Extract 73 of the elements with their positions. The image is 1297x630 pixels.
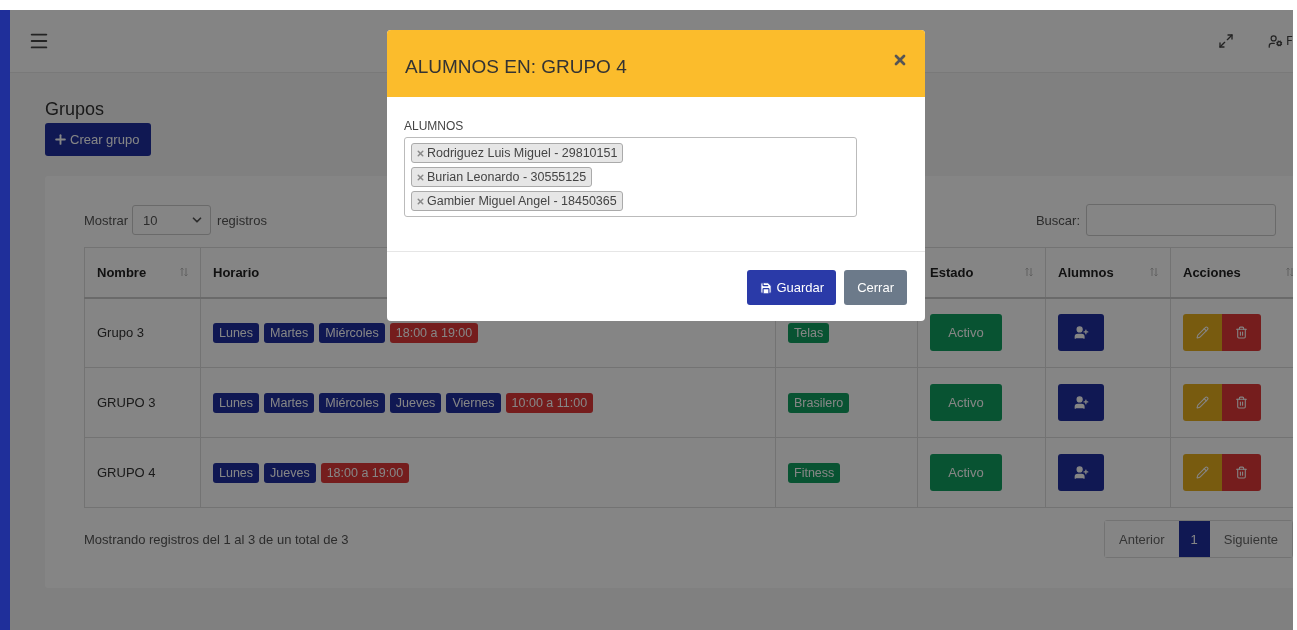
remove-icon[interactable] <box>416 172 425 182</box>
column-header[interactable]: Acciones <box>1170 247 1293 298</box>
remove-icon[interactable] <box>416 148 425 158</box>
search-field[interactable] <box>1086 204 1276 236</box>
pencil-icon <box>1196 326 1209 340</box>
add-student-button[interactable] <box>1058 454 1104 491</box>
pencil-icon <box>1196 396 1209 409</box>
fullscreen-icon[interactable] <box>1218 33 1235 49</box>
day-tag: Jueves <box>389 392 442 413</box>
group-name: GRUPO 3 <box>97 395 156 410</box>
day-tag: Miércoles <box>319 392 385 413</box>
add-student-button[interactable] <box>1058 314 1104 352</box>
trash-icon <box>1235 326 1248 340</box>
sort-icon <box>1150 267 1158 278</box>
day-tag: Lunes <box>213 462 260 483</box>
day-tag: Martes <box>264 392 315 413</box>
day-tag: Miércoles <box>319 322 385 343</box>
student-tag[interactable]: Burian Leonardo - 30555125 <box>411 167 593 187</box>
day-tag: Lunes <box>213 322 260 343</box>
column-title: Estado <box>930 264 974 280</box>
group-name: Grupo 3 <box>97 325 144 341</box>
delete-button[interactable] <box>1222 384 1261 421</box>
type-tag: Brasilero <box>788 393 850 413</box>
trash-icon <box>1235 466 1248 479</box>
student-tag[interactable]: Rodriguez Luis Miguel - 29810151 <box>411 143 624 163</box>
status-button[interactable]: Activo <box>930 454 1002 491</box>
page-title: Grupos <box>45 99 106 120</box>
day-tag: Jueves <box>264 462 316 483</box>
column-title: Nombre <box>97 264 147 280</box>
search-label: Buscar: <box>1035 212 1080 228</box>
status-button[interactable]: Activo <box>930 384 1002 421</box>
delete-button[interactable] <box>1222 454 1261 491</box>
time-tag: 18:00 a 19:00 <box>320 462 410 483</box>
column-title: Alumnos <box>1058 264 1114 280</box>
table-info: Mostrando registros del 1 al 3 de un total de 3 <box>84 531 349 547</box>
modal-title: ALUMNOS EN: GRUPO 4 <box>405 55 627 78</box>
close-button[interactable]: Cerrar <box>844 270 907 305</box>
time-tag: 10:00 a 11:00 <box>505 392 594 413</box>
add-student-button[interactable] <box>1058 384 1104 421</box>
remove-icon[interactable] <box>416 196 425 206</box>
user-menu[interactable]: F <box>1268 33 1293 49</box>
page-size-select[interactable]: 10 <box>132 205 212 235</box>
sort-icon <box>1286 267 1293 278</box>
type-tag: Fitness <box>788 463 841 483</box>
delete-button[interactable] <box>1222 314 1261 352</box>
column-title: Horario <box>213 264 260 280</box>
status-button[interactable]: Activo <box>930 314 1002 352</box>
column-header[interactable]: Nombre <box>84 247 201 298</box>
day-tag: Martes <box>264 322 315 343</box>
sort-icon <box>1025 267 1033 278</box>
trash-icon <box>1235 396 1248 409</box>
user-plus-icon <box>1073 395 1089 410</box>
edit-button[interactable] <box>1183 314 1222 352</box>
field-label: ALUMNOS <box>404 119 465 133</box>
save-button[interactable]: Guardar <box>747 270 837 305</box>
student-tag[interactable]: Gambier Miguel Angel - 18450365 <box>411 191 623 211</box>
column-title: Acciones <box>1183 264 1241 280</box>
sort-icon <box>180 267 188 278</box>
user-plus-icon <box>1073 465 1089 480</box>
group-name: GRUPO 4 <box>97 465 156 480</box>
user-plus-icon <box>1073 325 1089 341</box>
page-button[interactable]: 1 <box>1178 521 1210 557</box>
records-label: registros <box>217 212 267 228</box>
students-field[interactable]: Rodriguez Luis Miguel - 29810151 Burian Leonardo - 30555125 Gambier Miguel Angel - 18450365 <box>404 137 857 217</box>
plus-icon <box>53 132 68 147</box>
day-tag: Lunes <box>213 392 260 413</box>
show-label: Mostrar <box>84 212 129 228</box>
time-tag: 18:00 a 19:00 <box>389 322 479 343</box>
type-tag: Telas <box>788 323 830 344</box>
pencil-icon <box>1196 466 1209 479</box>
column-header[interactable]: Alumnos <box>1045 247 1171 298</box>
day-tag: Viernes <box>446 392 501 413</box>
create-group-button[interactable]: Crear grupo <box>45 123 152 156</box>
